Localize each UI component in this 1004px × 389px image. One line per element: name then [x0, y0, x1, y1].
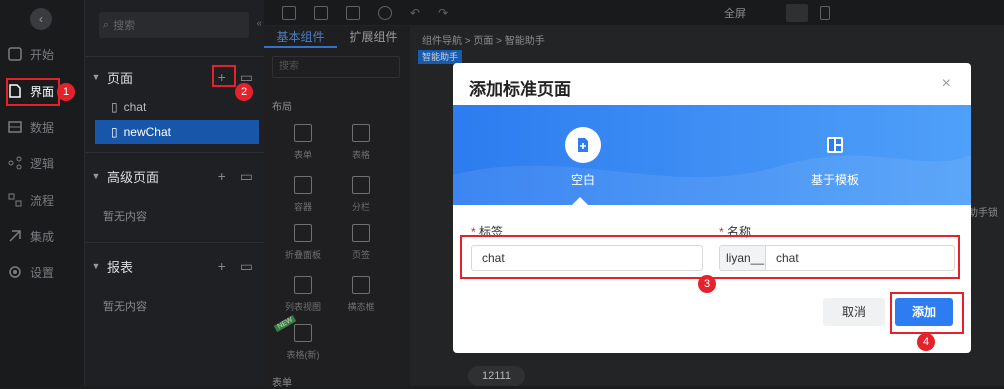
- nav-item-label: 逻辑: [30, 156, 55, 171]
- folder-icon[interactable]: ▭: [240, 168, 253, 185]
- nav-item-label: 集成: [30, 229, 55, 244]
- nav-item-settings[interactable]: 设置: [6, 258, 78, 286]
- tree-item-chat[interactable]: ▯ chat: [95, 95, 259, 119]
- option-template[interactable]: 基于模板: [735, 105, 935, 205]
- annotation-box-fields: [460, 235, 960, 279]
- tree-search-input[interactable]: ⌕ 搜索: [99, 12, 249, 38]
- add-advanced-button[interactable]: +: [218, 168, 226, 185]
- caret-down-icon: ▼: [91, 261, 101, 271]
- nav-item-start[interactable]: 开始: [6, 40, 78, 68]
- annotation-badge: 1: [57, 83, 75, 101]
- tree-item-newchat[interactable]: ▯ newChat: [95, 120, 259, 144]
- add-report-button[interactable]: +: [218, 258, 226, 275]
- close-icon[interactable]: ×: [942, 75, 951, 93]
- folder-icon[interactable]: ▭: [240, 258, 253, 275]
- annotation-badge: 3: [698, 275, 716, 293]
- blank-page-icon: [565, 127, 601, 163]
- collapse-panel-icon[interactable]: «: [256, 18, 262, 29]
- nav-item-integration[interactable]: 集成: [6, 222, 78, 250]
- selection-pointer: [570, 197, 590, 207]
- page-type-selector: 空白 基于模板: [453, 105, 971, 205]
- annotation-box-ui: [6, 78, 60, 106]
- nav-item-label: 开始: [30, 47, 55, 62]
- nav-item-label: 数据: [30, 120, 55, 135]
- nav-item-data[interactable]: 数据: [6, 113, 78, 141]
- nav-item-logic[interactable]: 逻辑: [6, 149, 78, 177]
- left-nav: ‹ 开始 界面 数据 逻辑 流程 集成 设置: [0, 0, 84, 386]
- annotation-box-submit: [890, 292, 964, 334]
- nav-item-flow[interactable]: 流程: [6, 186, 78, 214]
- home-icon: [6, 45, 24, 63]
- dialog-title: 添加标准页面: [469, 80, 571, 99]
- nav-item-label: 设置: [30, 265, 55, 280]
- advanced-section[interactable]: ▼ 高级页面 + ▭: [85, 162, 265, 190]
- nav-item-label: 流程: [30, 193, 55, 208]
- page-file-icon: ▯: [111, 125, 118, 139]
- empty-text: 暂无内容: [103, 211, 147, 223]
- page-tree-panel: ⌕ 搜索 « ▼ 页面 + ▭ ▯ chat ▯ newChat ▼ 高级页面 +…: [84, 0, 265, 386]
- option-blank[interactable]: 空白: [483, 105, 683, 205]
- empty-text: 暂无内容: [103, 301, 147, 313]
- template-icon: [817, 127, 853, 163]
- page-file-icon: ▯: [111, 100, 118, 114]
- cancel-button[interactable]: 取消: [823, 298, 885, 326]
- caret-down-icon: ▼: [91, 72, 101, 82]
- search-icon: ⌕: [103, 18, 110, 31]
- caret-down-icon: ▼: [91, 171, 101, 181]
- collapse-nav-button[interactable]: ‹: [30, 8, 52, 30]
- gear-icon: [6, 263, 24, 281]
- table-icon: [6, 118, 24, 136]
- annotation-box-add: [212, 65, 236, 87]
- annotation-badge: 4: [917, 333, 935, 351]
- integration-icon: [6, 227, 24, 245]
- flow-icon: [6, 191, 24, 209]
- reports-section[interactable]: ▼ 报表 + ▭: [85, 252, 265, 280]
- logic-icon: [6, 154, 24, 172]
- annotation-badge: 2: [235, 83, 253, 101]
